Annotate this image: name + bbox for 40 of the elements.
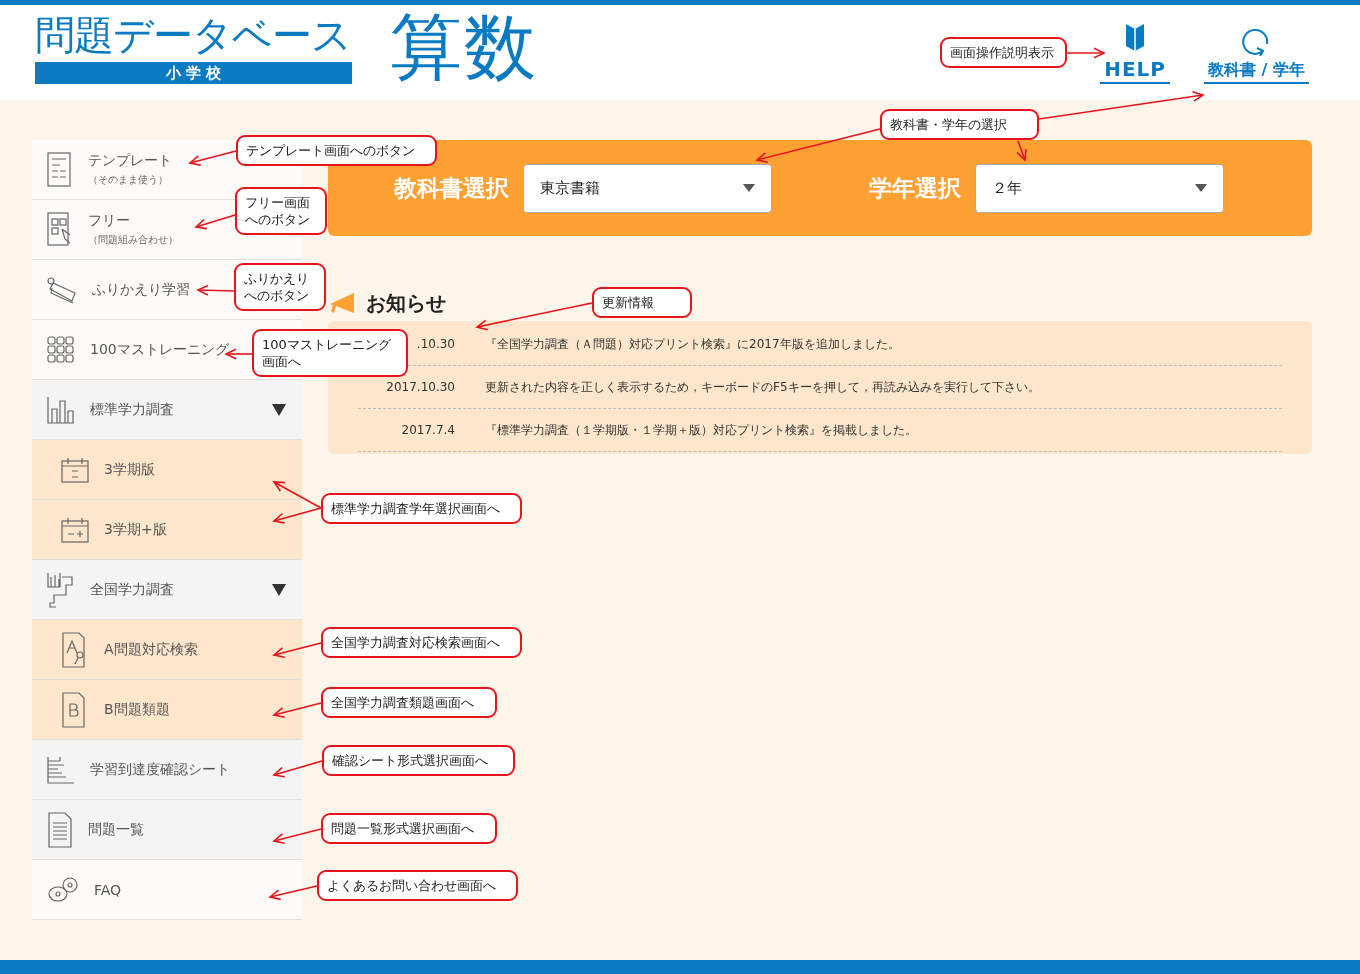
annotation-tooltip: 確認シート形式選択画面へ — [322, 745, 515, 776]
sidebar-item-label: 全国学力調査 — [90, 580, 174, 599]
sidebar-item-label: 100マストレーニング — [90, 340, 229, 359]
logo-title: 問題データベース — [35, 12, 352, 58]
annotation-tooltip: 標準学力調査学年選択画面へ — [321, 493, 522, 524]
sidebar-item-label: 標準学力調査 — [90, 400, 174, 419]
sidebar-item-label: B問題類題 — [104, 700, 170, 719]
news-title: お知らせ — [366, 289, 446, 317]
annotation-tooltip: 画面操作説明表示 — [940, 37, 1067, 68]
annotation-tooltip: 問題一覧形式選択画面へ — [321, 813, 497, 844]
annotation-tooltip: ふりかえりへのボタン — [234, 263, 326, 311]
sidebar-item-label: FAQ — [94, 881, 122, 898]
sidebar-item-sublabel: （そのまま使う） — [88, 173, 168, 187]
sidebar-item-label: テンプレート — [88, 152, 172, 170]
sidebar-item-label: 3学期版 — [104, 460, 155, 479]
subject-title: 算数 — [390, 7, 538, 87]
sidebar-item-label: 学習到達度確認シート — [90, 760, 230, 779]
logo-subtitle: 小 学 校 — [35, 62, 352, 84]
annotation-tooltip: 更新情報 — [592, 287, 692, 318]
sidebar-item-label: ふりかえり学習 — [92, 280, 190, 299]
selector-label: 学年選択 — [869, 173, 961, 203]
sidebar-item-label: A問題対応検索 — [104, 640, 198, 659]
sidebar-item-label: 問題一覧 — [88, 820, 144, 839]
selector-label: 教科書選択 — [394, 173, 509, 203]
annotation-tooltip: フリー画面へのボタン — [235, 187, 327, 235]
news-date: 2017.7.4 — [401, 423, 455, 437]
annotation-tooltip: テンプレート画面へのボタン — [236, 135, 437, 166]
sidebar-item-label: フリー — [88, 212, 130, 230]
news-text: 『全国学力調査（Ａ問題）対応プリント検索』に2017年版を追加しました。 — [485, 335, 900, 353]
sidebar-item-sublabel: （問題組み合わせ） — [88, 233, 178, 247]
news-text: 『標準学力調査（１学期版・１学期＋版）対応プリント検索』を掲載しました。 — [485, 421, 917, 439]
news-date: 2017.10.30 — [386, 380, 455, 394]
annotation-tooltip: 100マストレーニング画面へ — [252, 329, 408, 377]
news-date: .10.30 — [416, 337, 455, 351]
annotation-tooltip: よくあるお問い合わせ画面へ — [317, 870, 518, 901]
annotation-tooltip: 全国学力調査対応検索画面へ — [321, 627, 522, 658]
annotation-tooltip: 全国学力調査類題画面へ — [321, 687, 497, 718]
news-text: 更新された内容を正しく表示するため，キーボードのF5キーを押して，再読み込みを実行して下さい。 — [485, 378, 1040, 396]
sidebar-item-label: 3学期+版 — [104, 520, 167, 539]
annotation-tooltip: 教科書・学年の選択 — [880, 109, 1039, 140]
